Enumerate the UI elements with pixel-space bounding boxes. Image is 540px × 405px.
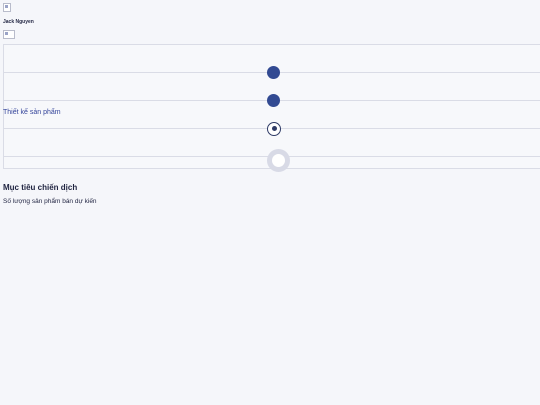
- logo-image: [3, 3, 11, 12]
- timeline-step-label[interactable]: Thiết kế sản phẩm: [3, 109, 61, 116]
- timeline-node-completed[interactable]: [266, 65, 280, 79]
- campaign-goal-heading: Mục tiêu chiến dịch: [3, 183, 78, 192]
- avatar[interactable]: [3, 30, 15, 39]
- timeline-node-pending[interactable]: [266, 148, 290, 172]
- user-name: Jack Nguyen: [3, 19, 34, 25]
- expected-sales-label: Số lượng sản phẩm bán dự kiến: [3, 198, 97, 205]
- timeline-node-current[interactable]: [267, 121, 281, 136]
- timeline-node-completed[interactable]: [266, 93, 280, 107]
